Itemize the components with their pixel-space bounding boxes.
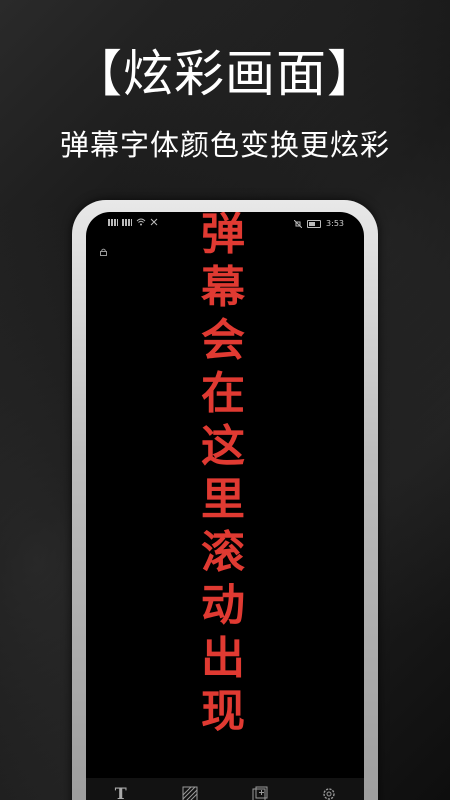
danmaku-char: 出 xyxy=(201,633,245,684)
danmaku-char: 会 xyxy=(201,315,245,366)
battery-icon xyxy=(307,219,322,228)
promo-subhead: 弹幕字体颜色变换更炫彩 xyxy=(59,128,390,162)
phone-screen: 3:53 弹 幕 会 在 这 里 滚 动 出 现 T 文字 xyxy=(86,212,364,800)
danmaku-char: 现 xyxy=(201,686,245,737)
danmaku-char: 里 xyxy=(201,474,245,525)
danmaku-char: 弹 xyxy=(201,212,245,260)
status-right-group: 3:53 xyxy=(294,219,344,228)
promo-page: 【炫彩画面】 弹幕字体颜色变换更炫彩 3:53 弹 幕 会 在 这 里 滚 动 … xyxy=(0,0,450,800)
danmaku-char: 动 xyxy=(201,580,245,631)
background-icon xyxy=(182,786,198,800)
danmaku-char: 幕 xyxy=(201,262,245,313)
settings-icon xyxy=(323,788,335,800)
signal-icon-2 xyxy=(122,218,132,226)
notification-icon xyxy=(150,218,158,226)
danmaku-char: 在 xyxy=(201,368,245,419)
danmaku-text: 弹 幕 会 在 这 里 滚 动 出 现 xyxy=(190,212,256,738)
wifi-icon xyxy=(136,218,146,226)
status-time: 3:53 xyxy=(326,219,344,228)
danmaku-char: 这 xyxy=(201,421,245,472)
template-icon xyxy=(252,786,268,800)
nav-item-text[interactable]: T 文字 xyxy=(96,786,146,800)
text-icon: T xyxy=(114,784,127,800)
lock-icon[interactable] xyxy=(100,248,107,256)
promo-headline: 【炫彩画面】 xyxy=(72,45,378,103)
danmaku-char: 滚 xyxy=(201,527,245,578)
signal-icon xyxy=(108,218,118,226)
bottom-nav: T 文字 背景 模板 xyxy=(86,778,364,800)
nav-item-settings[interactable]: 设置 xyxy=(304,786,354,800)
nav-item-background[interactable]: 背景 xyxy=(165,786,215,800)
mute-icon xyxy=(294,219,303,228)
nav-item-template[interactable]: 模板 xyxy=(235,786,285,800)
status-left-group xyxy=(108,218,158,226)
